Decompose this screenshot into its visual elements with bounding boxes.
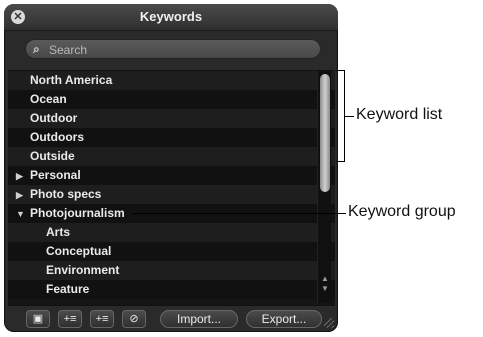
keyword-label: Environment xyxy=(46,263,120,277)
keyword-group-callout: Keyword group xyxy=(348,203,456,220)
keyword-group-photo-specs[interactable]: ▶ Photo specs xyxy=(8,185,335,204)
keyword-label: Arts xyxy=(46,225,71,239)
keyword-item[interactable]: Arts xyxy=(8,223,335,242)
keyword-item[interactable]: Environment xyxy=(8,261,335,280)
search-field-container: ⌕ xyxy=(25,39,321,59)
keyword-label: Outdoors xyxy=(30,130,84,144)
bottom-toolbar: ▣ +≡ +≡ ⊘ Import... Export... xyxy=(4,307,338,332)
keyword-group-label: Photojournalism xyxy=(30,206,125,220)
keyword-label: North America xyxy=(30,73,113,87)
scrollbar-thumb[interactable] xyxy=(320,74,330,192)
keyword-label: Outdoor xyxy=(30,111,78,125)
keyword-group-personal[interactable]: ▶ Personal xyxy=(8,166,335,185)
keyword-item[interactable]: North America xyxy=(8,71,335,90)
keyword-label: Ocean xyxy=(30,92,67,106)
disclosure-triangle-icon[interactable]: ▶ xyxy=(16,167,26,186)
keyword-group-label: Photo specs xyxy=(30,187,102,201)
window-title: Keywords xyxy=(139,9,203,24)
add-keyword-icon: +≡ xyxy=(63,313,77,325)
scroll-arrows[interactable]: ▲ ▼ xyxy=(320,274,330,302)
keyword-item[interactable]: Outdoors xyxy=(8,128,335,147)
remove-icon: ⊘ xyxy=(129,313,139,325)
scroll-down-icon[interactable]: ▼ xyxy=(320,284,330,294)
add-subkeyword-button[interactable]: +≡ xyxy=(90,310,114,328)
keyword-item[interactable]: Feature xyxy=(8,280,335,299)
search-icon: ⌕ xyxy=(33,42,40,56)
keywords-hud-window: ✕ Keywords ⌕ North America Ocean Outdoor… xyxy=(4,4,338,332)
lock-icon: ▣ xyxy=(32,313,44,325)
search-input[interactable] xyxy=(47,41,311,59)
keyword-group-label: Personal xyxy=(30,168,81,182)
keyword-list-leader xyxy=(344,116,354,117)
keyword-list[interactable]: North America Ocean Outdoor Outdoors Out… xyxy=(8,70,335,306)
keyword-item[interactable]: Conceptual xyxy=(8,242,335,261)
add-keyword-button[interactable]: +≡ xyxy=(58,310,82,328)
keyword-item[interactable]: Outside xyxy=(8,147,335,166)
keyword-label: Conceptual xyxy=(46,244,112,258)
disclosure-triangle-icon[interactable]: ▶ xyxy=(16,186,26,205)
disclosure-triangle-icon[interactable]: ▼ xyxy=(16,205,26,224)
import-button[interactable]: Import... xyxy=(160,310,238,328)
scroll-up-icon[interactable]: ▲ xyxy=(320,274,330,284)
resize-grip-icon[interactable] xyxy=(324,318,334,328)
keyword-group-leader xyxy=(132,213,346,214)
lock-button[interactable]: ▣ xyxy=(26,310,50,328)
export-button[interactable]: Export... xyxy=(246,310,322,328)
keyword-label: Outside xyxy=(30,149,75,163)
add-child-icon: +≡ xyxy=(95,313,109,325)
keyword-item[interactable]: Outdoor xyxy=(8,109,335,128)
title-bar: ✕ Keywords xyxy=(4,4,338,31)
keyword-label: Feature xyxy=(46,282,90,296)
remove-keyword-button[interactable]: ⊘ xyxy=(122,310,146,328)
keyword-list-callout: Keyword list xyxy=(356,106,443,123)
keyword-item[interactable]: Ocean xyxy=(8,90,335,109)
